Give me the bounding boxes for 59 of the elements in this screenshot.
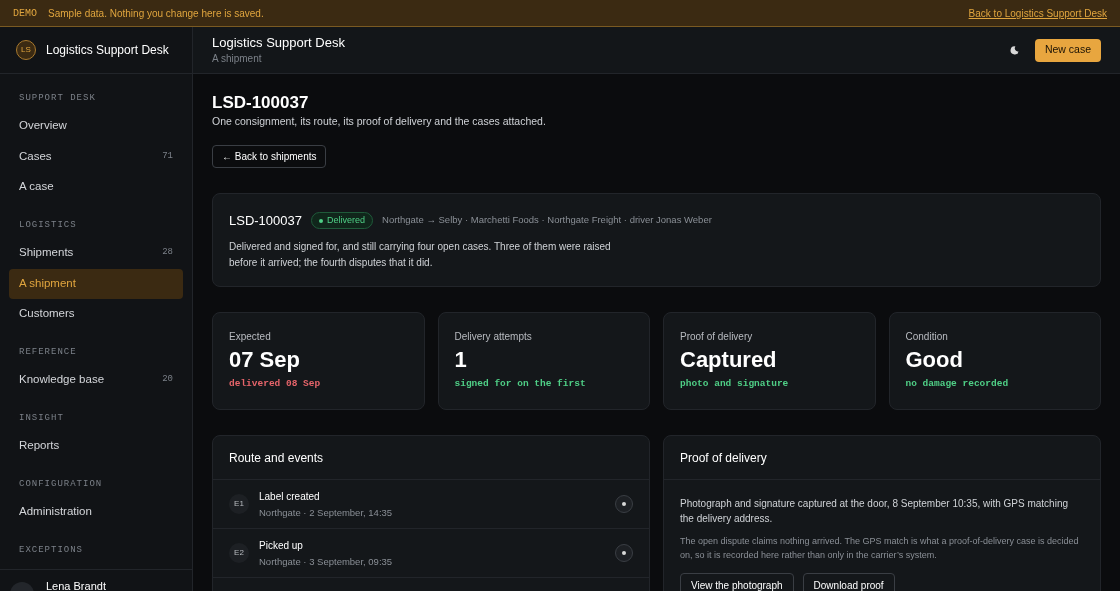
summary-text: Delivered and signed for, and still carrying four open cases. Three of them were raised before it arrived; the fourth disputes that it did.: [229, 240, 612, 270]
event-title: Label created: [259, 489, 321, 504]
sidebar-item[interactable]: Customers: [9, 299, 183, 329]
header-title: Logistics Support Desk: [212, 34, 345, 51]
proof-note: The open dispute claims nothing arrived. The GPS match is what a proof-of-delivery case is decided on, so it is recorded here rather than only in the carrier’s system.: [680, 535, 1080, 563]
card-title: Proof of delivery: [680, 449, 767, 467]
stat-label: Expected: [229, 330, 272, 345]
stat-note: delivered 08 Sep: [229, 377, 322, 392]
section-label: LOGISTICS: [18, 219, 78, 233]
banner-message: Sample data. Nothing you change here is saved.: [48, 6, 264, 21]
section-label: EXCEPTIONS: [18, 544, 84, 558]
shipment-meta: Northgate → Selby · Marchetti Foods · Northgate Freight · driver Jonas Weber: [382, 213, 712, 228]
sidebar-item[interactable]: Overview: [9, 111, 183, 141]
sidebar-item[interactable]: Shipments 28: [9, 238, 183, 268]
card-title: Route and events: [229, 449, 324, 467]
status-badge: Delivered: [311, 212, 374, 229]
stat-value: Good: [905, 346, 964, 375]
item-count: 71: [162, 149, 173, 163]
header-subtitle: A shipment: [212, 52, 263, 66]
back-link[interactable]: Back to Logistics Support Desk: [968, 5, 1107, 21]
page-title: LSD-100037: [212, 93, 310, 113]
new-case-button[interactable]: New case: [1034, 38, 1101, 62]
stat-value: Captured: [680, 346, 778, 375]
proof-button[interactable]: Download proof: [802, 573, 895, 591]
section-label: REFERENCE: [18, 346, 78, 360]
sidebar-item[interactable]: A case: [9, 172, 183, 202]
proof-text: Photograph and signature captured at the door, 8 September 10:35, with GPS matching the delivery address.: [680, 497, 1070, 527]
item-count: 20: [162, 373, 173, 387]
user-name: Lena Brandt: [46, 579, 107, 591]
section-label: CONFIGURATION: [18, 478, 104, 492]
brand-avatar: LS: [16, 40, 36, 60]
moon-icon[interactable]: [1009, 45, 1019, 55]
stat-note: signed for on the first: [454, 377, 587, 392]
sidebar-item[interactable]: Cases 71: [9, 141, 183, 172]
section-label: INSIGHT: [18, 412, 65, 426]
demo-tag: DEMO: [13, 5, 37, 21]
sidebar-item[interactable]: Knowledge base 20: [9, 365, 183, 395]
stat-value: 07 Sep: [229, 346, 301, 375]
event-code: E1: [229, 494, 249, 515]
event-meta: Northgate · 3 September, 09:35: [259, 554, 394, 569]
brand-name: Logistics Support Desk: [46, 42, 169, 59]
stat-label: Delivery attempts: [454, 330, 533, 345]
sidebar-item[interactable]: Reports: [9, 431, 183, 461]
item-count: 28: [162, 246, 173, 260]
event-title: Picked up: [259, 538, 304, 553]
section-label: SUPPORT DESK: [18, 92, 97, 106]
stat-note: photo and signature: [680, 377, 790, 392]
sidebar-item[interactable]: Administration: [9, 497, 183, 527]
stat-value: 1: [454, 346, 468, 375]
sidebar-item[interactable]: A shipment: [9, 268, 183, 299]
proof-button[interactable]: View the photograph: [680, 573, 794, 591]
stat-note: no damage recorded: [905, 377, 1010, 392]
back-button[interactable]: ← Back to shipments: [212, 144, 327, 168]
stat-label: Proof of delivery: [680, 330, 754, 345]
stat-label: Condition: [905, 330, 949, 345]
shipment-id: LSD-100037: [229, 211, 302, 230]
event-meta: Northgate · 2 September, 14:35: [259, 505, 394, 520]
event-code: E2: [229, 543, 249, 564]
page-subtitle: One consignment, its route, its proof of delivery and the cases attached.: [212, 114, 547, 129]
